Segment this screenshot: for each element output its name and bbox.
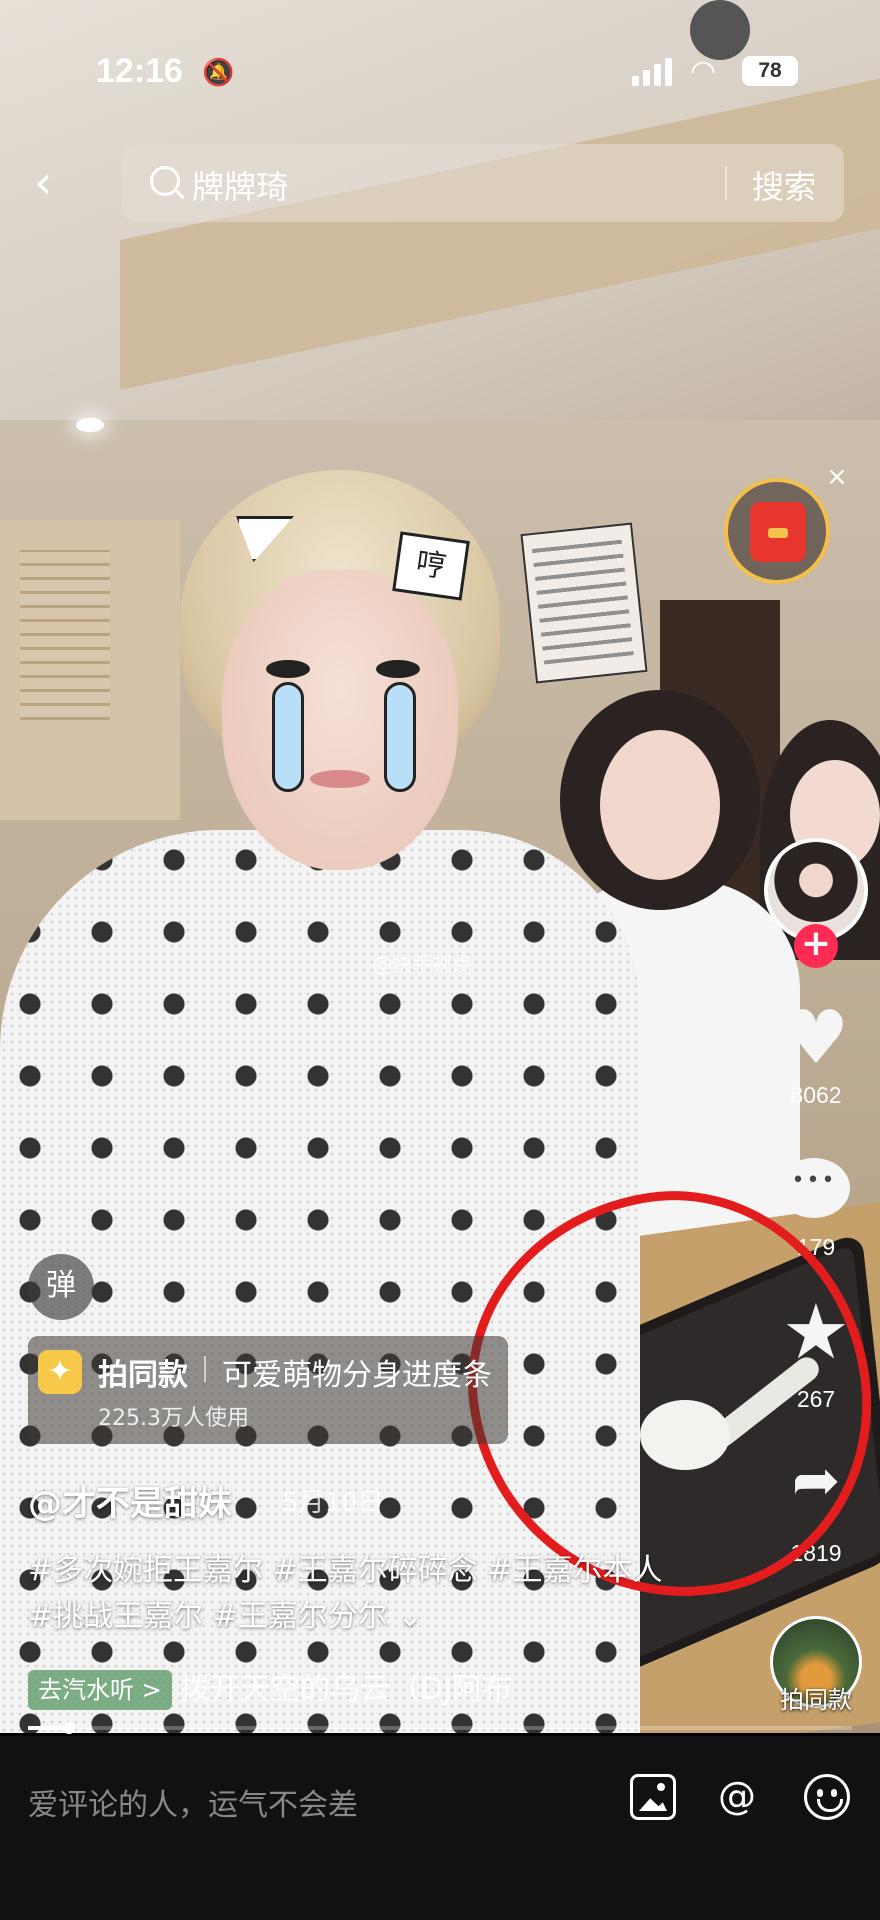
tear-sticker-left [272, 682, 304, 792]
red-packet-widget[interactable] [724, 478, 830, 584]
video-progress-bar[interactable] [28, 1722, 852, 1734]
effect-title[interactable]: 拍同款 [98, 1350, 188, 1394]
emoji-icon[interactable] [804, 1774, 850, 1820]
battery-indicator: 78 [742, 56, 798, 86]
paper-sticker-right: 哼 [392, 531, 470, 601]
image-icon[interactable] [630, 1774, 676, 1820]
like-count: 8062 [790, 1082, 842, 1108]
cellular-signal-icon [632, 58, 674, 86]
ceiling-light [76, 418, 104, 432]
search-button[interactable]: 搜索 [752, 162, 816, 208]
sparkle-icon: ✦ [38, 1350, 82, 1394]
red-envelope-icon [750, 502, 806, 562]
search-query[interactable]: 牌牌琦 [192, 162, 288, 208]
right-eye [376, 660, 420, 678]
effect-name[interactable]: 可爱萌物分身进度条 [222, 1350, 502, 1394]
effect-divider [204, 1356, 206, 1382]
face [222, 570, 458, 870]
comment-icon [778, 1158, 850, 1218]
lips [310, 770, 370, 788]
wifi-icon: ◠ [690, 54, 717, 89]
music-name[interactable]: 拨开天空的乌云（DJ阿布 [180, 1670, 536, 1710]
danmu-toggle-button[interactable]: 弹 [28, 1254, 94, 1320]
author-name[interactable]: @才不是甜妹 [28, 1476, 232, 1525]
music-source-tag[interactable]: 去汽水听 > [28, 1670, 172, 1710]
post-date: 5月10日 [282, 1488, 384, 1518]
search-divider [725, 166, 727, 200]
same-style-label[interactable]: 拍同款 [760, 1680, 872, 1715]
at-mention-icon[interactable]: @ [714, 1774, 760, 1820]
watermark: @快手视点 [372, 952, 472, 976]
search-icon [150, 166, 180, 196]
comment-input[interactable]: 爱评论的人，运气不会差 [28, 1780, 358, 1824]
hashtags[interactable]: #多次婉拒王嘉尔 #王嘉尔碎碎念 #王嘉尔本人 #挑战王嘉尔 #王嘉尔分尔 ⌄ [28, 1548, 668, 1640]
comment-button[interactable] [774, 1148, 858, 1232]
chevron-left-icon: ‹ [34, 155, 53, 209]
close-icon[interactable]: × [826, 462, 848, 492]
heart-icon[interactable]: ♥ [774, 996, 858, 1080]
tear-sticker-right [384, 682, 416, 792]
back-button[interactable]: ‹ [34, 159, 74, 210]
follow-button[interactable]: + [794, 924, 838, 968]
effect-user-count: 225.3万人使用 [98, 1406, 249, 1431]
status-bar: 12:16 🔕 ◠ 78 [0, 0, 880, 120]
comment-bar [0, 1736, 880, 1920]
hashtags-text[interactable]: #多次婉拒王嘉尔 #王嘉尔碎碎念 #王嘉尔本人 #挑战王嘉尔 #王嘉尔分尔 [28, 1553, 662, 1634]
bell-slash-icon: 🔕 [202, 58, 235, 88]
status-time: 12:16 [96, 52, 183, 90]
left-eye [266, 660, 310, 678]
chevron-down-icon[interactable]: ⌄ [397, 1599, 422, 1634]
